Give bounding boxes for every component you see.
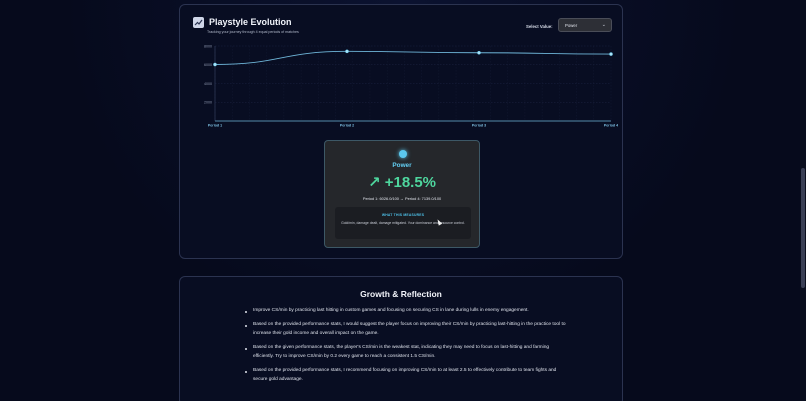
select-value-dropdown[interactable]: Power ⌄ [558, 18, 612, 32]
stat-summary-card: Power ↗ +18.5% Period 1: 6026.0/100 → Pe… [324, 140, 480, 248]
stat-change-percent: ↗ +18.5% [367, 174, 437, 191]
section-title: Playstyle Evolution [209, 17, 292, 27]
stat-indicator-dot [399, 150, 407, 158]
x-tick-label: Period 3 [472, 124, 486, 128]
stat-name: Power [392, 162, 412, 169]
chevron-down-icon: ⌄ [601, 22, 606, 28]
stat-period-range: Period 1: 6026.0/100 → Period 4: 7139.0/… [362, 196, 442, 201]
growth-title: Growth & Reflection [360, 289, 442, 299]
growth-reflection-card: Growth & Reflection Improve CS/min by pr… [179, 276, 623, 401]
y-tick-label: 2000 [204, 101, 212, 105]
scrollbar-thumb[interactable] [801, 168, 805, 288]
list-item: Based on the provided performance stats,… [245, 320, 566, 338]
x-tick-label: Period 4 [604, 124, 618, 128]
select-current-value: Power [565, 23, 578, 28]
list-item: Improve CS/min by practicing last hittin… [245, 306, 566, 315]
y-tick-label: 6000 [204, 63, 212, 67]
measure-heading: WHAT THIS MEASURES [381, 213, 425, 217]
list-item: Based on the provided performance stats,… [245, 366, 566, 384]
data-point [213, 62, 217, 67]
page-scrollbar[interactable] [800, 0, 806, 401]
select-value-label: Select Value: [526, 24, 553, 29]
x-tick-label: Period 1 [208, 124, 222, 128]
playstyle-evolution-card: Playstyle Evolution Tracking your journe… [179, 4, 623, 259]
what-this-measures-box: WHAT THIS MEASURES Gold/min, damage deal… [335, 207, 471, 239]
series-line [214, 50, 612, 65]
y-tick-label: 8000 [204, 44, 212, 48]
measure-description: Gold/min, damage dealt, damage mitigated… [341, 221, 465, 225]
playstyle-line-chart: 8000 6000 4000 2000 Period 1 Period 2 Period 3… [204, 44, 618, 128]
chart-icon [193, 17, 204, 28]
data-point [477, 50, 481, 55]
list-item: Based on the given performance stats, th… [245, 343, 566, 361]
data-point [609, 52, 613, 56]
data-point [345, 49, 349, 54]
section-subtitle: Tracking your journey through 4 equal pe… [207, 30, 299, 34]
growth-list: Improve CS/min by practicing last hittin… [245, 306, 566, 389]
y-tick-label: 4000 [204, 82, 212, 86]
x-tick-label: Period 2 [340, 124, 354, 128]
